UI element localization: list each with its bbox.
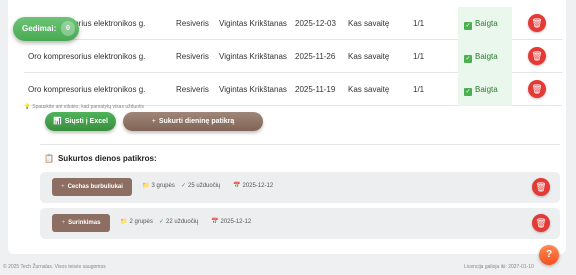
task-type: Resiveris <box>176 52 209 61</box>
status-cell: ✓ Baigta <box>458 7 512 40</box>
gedimai-badge[interactable]: Gedimai: 0 <box>13 17 79 41</box>
task-frequency: Kas savaitę <box>348 85 390 94</box>
task-date: 2025-11-19 <box>295 85 336 94</box>
section-title-text: Sukurtos dienos patikros: <box>57 154 157 163</box>
groups-count-text: 2 grupės <box>129 219 153 225</box>
daily-check-name[interactable]: + Surinkimas <box>52 214 110 232</box>
delete-button[interactable]: 🗑 <box>528 80 546 98</box>
status-badge: ✓ Baigta <box>464 18 498 30</box>
calendar-icon: 📅 <box>233 183 241 189</box>
task-person: Vigintas Krikštanas <box>219 52 287 61</box>
status-label: Baigta <box>475 52 498 61</box>
trash-icon: 🗑 <box>531 18 543 28</box>
status-label: Baigta <box>475 85 498 94</box>
daily-check-name-label: Surinkimas <box>68 220 101 226</box>
trash-icon: 🗑 <box>531 51 543 61</box>
daily-check-card[interactable]: + Surinkimas 📁 2 grupės ✓ 22 užduočių 📅 2025… <box>40 208 560 239</box>
table-row[interactable]: Oro kompresorius elektronikos g. Resiver… <box>24 73 562 106</box>
check-icon: ✓ <box>464 88 472 96</box>
checkmark-icon: ✓ <box>159 219 165 225</box>
tasks-count-text: 25 užduočių <box>188 183 221 189</box>
status-cell: ✓ Baigta <box>458 40 512 73</box>
task-progress: 1/1 <box>413 85 425 94</box>
main-card: Oro kompresorius elektronikos g. Resiver… <box>8 0 566 254</box>
section-title: 📋 Sukurtos dienos patikros: <box>44 154 157 163</box>
check-icon: ✓ <box>464 55 472 63</box>
task-component: Oro kompresorius elektronikos g. <box>28 52 146 61</box>
create-daily-check-button[interactable]: + Sukurti dieninę patikrą <box>123 112 263 131</box>
status-badge: ✓ Baigta <box>464 84 498 96</box>
checkmark-icon: ✓ <box>181 183 187 189</box>
export-excel-label: Siųsti į Excel <box>64 118 108 125</box>
task-type: Resiveris <box>176 85 209 94</box>
folder-icon: 📁 <box>142 183 150 189</box>
trash-icon: 🗑 <box>535 182 547 192</box>
task-type: Resiveris <box>176 19 209 28</box>
table-row[interactable]: Oro kompresorius elektronikos g. Resiver… <box>24 40 562 73</box>
tasks-count: ✓ 22 užduočių <box>159 218 198 225</box>
check-date: 📅 2025-12-12 <box>233 182 273 189</box>
folder-icon: 📁 <box>120 219 128 225</box>
groups-count: 📁 3 grupės <box>142 182 175 189</box>
task-date: 2025-12-03 <box>295 19 336 28</box>
task-frequency: Kas savaitę <box>348 52 390 61</box>
daily-check-name[interactable]: + Cechas burbuliukai <box>52 178 132 196</box>
plus-icon: + <box>61 184 65 190</box>
plus-icon: + <box>61 220 66 226</box>
footer-copyright: © 2025 Tech Žurnalas. Visos teisės saugo… <box>3 264 106 270</box>
task-person: Vigintas Krikštanas <box>219 19 287 28</box>
status-badge: ✓ Baigta <box>464 51 498 63</box>
trash-icon: 🗑 <box>531 84 543 94</box>
create-daily-check-label: Sukurti dieninę patikrą <box>158 118 235 125</box>
groups-count-text: 3 grupės <box>151 183 175 189</box>
tasks-count-text: 22 užduočių <box>166 219 199 225</box>
check-date-text: 2025-12-12 <box>242 183 274 189</box>
status-label: Baigta <box>475 19 498 28</box>
gedimai-count: 0 <box>61 21 75 36</box>
daily-check-name-label: Cechas burbuliukai <box>67 184 123 190</box>
plus-icon: + <box>151 118 156 125</box>
delete-button[interactable]: 🗑 <box>532 178 550 196</box>
export-excel-button[interactable]: 📊 Siųsti į Excel <box>45 112 116 131</box>
status-cell: ✓ Baigta <box>458 73 512 106</box>
help-button[interactable]: ? <box>539 245 559 265</box>
delete-button[interactable]: 🗑 <box>528 47 546 65</box>
task-progress: 1/1 <box>413 52 425 61</box>
delete-button[interactable]: 🗑 <box>532 214 550 232</box>
table-hint: 💡 Spauskite ant eilutės, kad pamatytų vis… <box>24 104 144 110</box>
check-date-text: 2025-12-12 <box>220 219 252 225</box>
gedimai-label: Gedimai: <box>22 24 57 33</box>
section-divider <box>40 144 560 145</box>
clipboard-icon: 📋 <box>44 154 54 163</box>
question-icon: ? <box>545 249 553 260</box>
footer-license: Licencija galioja iki: 2027-01-10 <box>464 264 534 270</box>
spreadsheet-icon: 📊 <box>53 118 62 125</box>
task-date: 2025-11-26 <box>295 52 336 61</box>
table-row[interactable]: Oro kompresorius elektronikos g. Resiver… <box>24 7 562 40</box>
trash-icon: 🗑 <box>535 218 547 228</box>
daily-check-card[interactable]: + Cechas burbuliukai 📁 3 grupės ✓ 25 užduoč… <box>40 172 560 203</box>
tasks-count: ✓ 25 užduočių <box>181 182 220 189</box>
task-component: Oro kompresorius elektronikos g. <box>28 85 146 94</box>
lightbulb-icon: 💡 <box>24 104 31 110</box>
check-date: 📅 2025-12-12 <box>211 218 251 225</box>
delete-button[interactable]: 🗑 <box>528 14 546 32</box>
groups-count: 📁 2 grupės <box>120 218 153 225</box>
hint-text: Spauskite ant eilutės, kad pamatytų visa… <box>32 104 144 110</box>
task-person: Vigintas Krikštanas <box>219 85 287 94</box>
check-icon: ✓ <box>464 22 472 30</box>
task-frequency: Kas savaitę <box>348 19 390 28</box>
calendar-icon: 📅 <box>211 219 219 225</box>
task-progress: 1/1 <box>413 19 425 28</box>
